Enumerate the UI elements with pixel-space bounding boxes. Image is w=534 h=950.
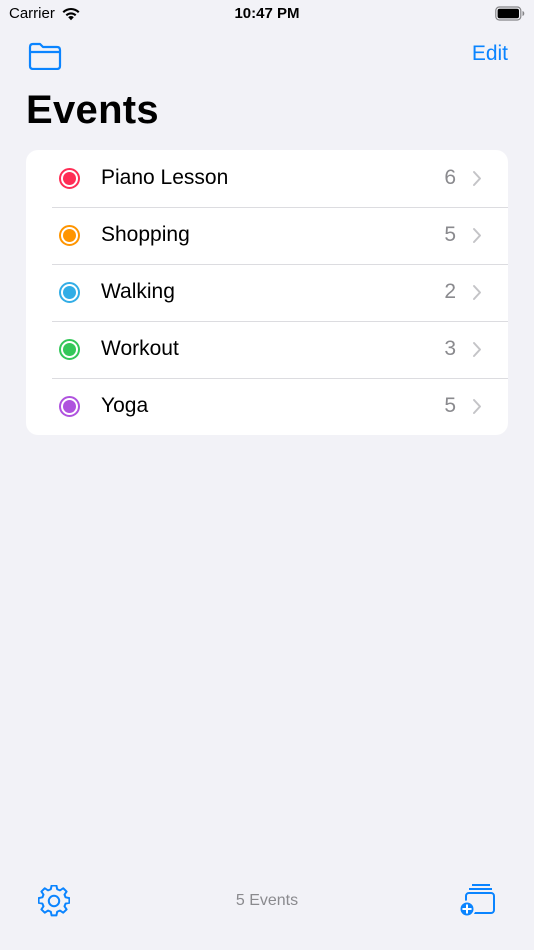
add-list-icon[interactable] (458, 882, 496, 918)
events-count-label: 5 Events (235, 892, 299, 909)
event-row[interactable]: Shopping 5 (26, 207, 508, 264)
event-color-dot (59, 225, 80, 246)
event-count: 5 (444, 394, 456, 417)
page-title: Events (26, 88, 159, 132)
status-bar: Carrier 10:47 PM (0, 0, 534, 30)
bottom-toolbar: 5 Events (0, 880, 534, 950)
event-row[interactable]: Piano Lesson 6 (26, 150, 508, 207)
event-label: Piano Lesson (101, 166, 229, 189)
event-label: Yoga (101, 394, 149, 417)
event-color-dot (59, 396, 80, 417)
edit-button[interactable]: Edit (472, 42, 508, 66)
chevron-right-icon (473, 285, 481, 300)
clock: 10:47 PM (234, 5, 300, 22)
event-color-dot (59, 339, 80, 360)
chevron-right-icon (473, 342, 481, 357)
event-count: 2 (444, 280, 456, 303)
event-count: 3 (444, 337, 456, 360)
chevron-right-icon (473, 228, 481, 243)
event-label: Workout (101, 337, 179, 360)
event-label: Shopping (101, 223, 190, 246)
event-count: 5 (444, 223, 456, 246)
event-label: Walking (101, 280, 175, 303)
event-row[interactable]: Yoga 5 (26, 378, 508, 435)
navigation-bar: Edit (0, 36, 534, 76)
event-count: 6 (444, 166, 456, 189)
event-color-dot (59, 282, 80, 303)
event-row[interactable]: Workout 3 (26, 321, 508, 378)
event-row[interactable]: Walking 2 (26, 264, 508, 321)
events-list: Piano Lesson 6 Shopping 5 Walking 2 Workout 3 Yo… (26, 150, 508, 435)
event-color-dot (59, 168, 80, 189)
chevron-right-icon (473, 399, 481, 414)
battery-icon (495, 6, 525, 21)
folder-icon[interactable] (28, 42, 62, 70)
chevron-right-icon (473, 171, 481, 186)
